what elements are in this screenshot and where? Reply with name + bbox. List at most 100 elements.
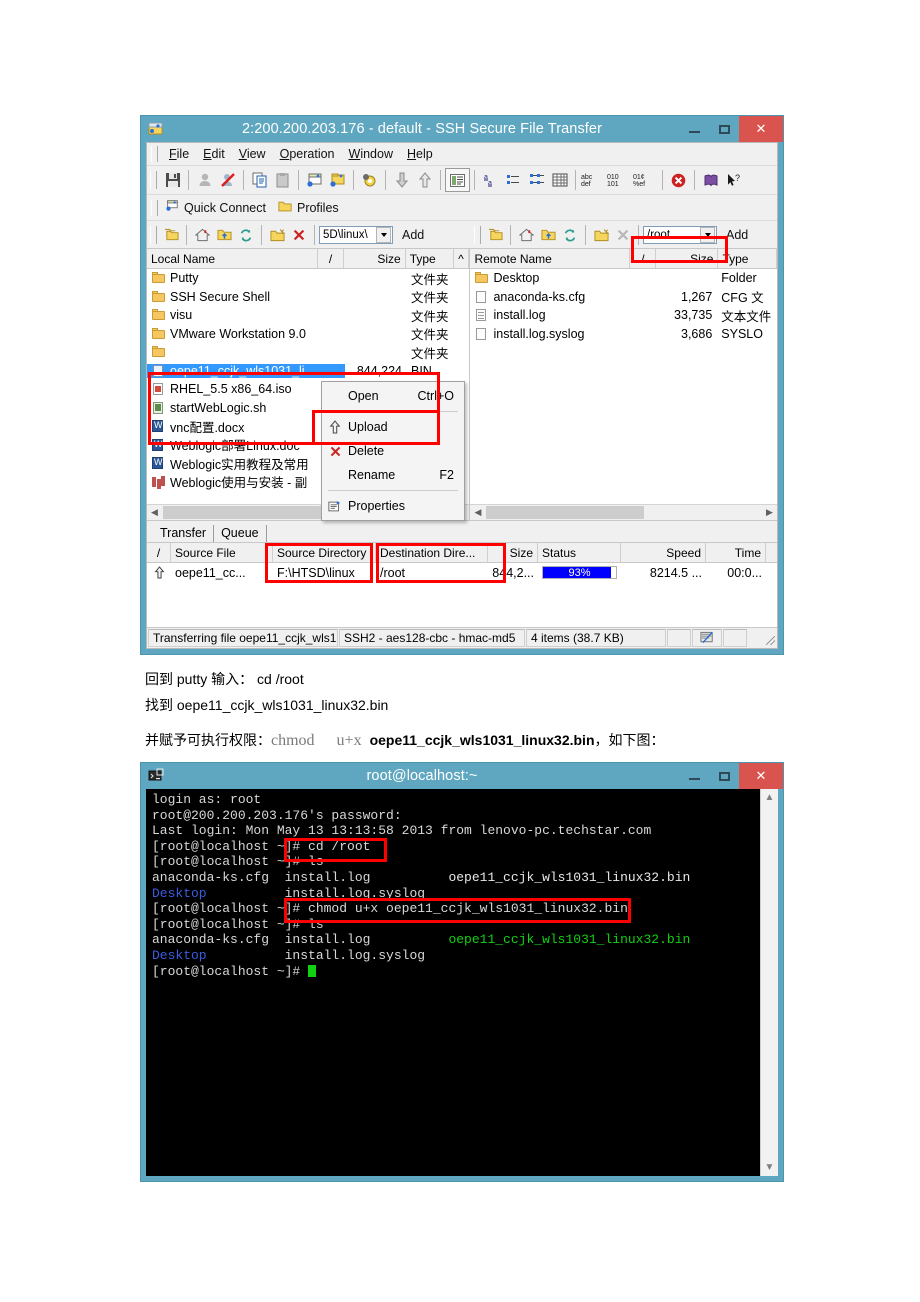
remote-hscroll-right-icon[interactable]: ▶: [762, 505, 777, 520]
quick-connect-button[interactable]: Quick Connect: [161, 197, 274, 218]
remote-path-combo[interactable]: /root: [643, 225, 717, 244]
local-path-chevron-down-icon[interactable]: [376, 226, 391, 243]
queue-col-source-file[interactable]: Source File: [171, 543, 273, 562]
table-row[interactable]: install.log.syslog 3,686 SYSLO: [470, 325, 777, 344]
menu-window[interactable]: Window: [342, 145, 400, 163]
remote-col-size[interactable]: Size: [656, 249, 719, 268]
table-row[interactable]: SSH Secure Shell 文件夹: [147, 288, 469, 307]
local-path-grip[interactable]: [150, 225, 157, 244]
list-view-icon[interactable]: [445, 168, 470, 192]
queue-col-speed[interactable]: Speed: [621, 543, 706, 562]
remote-col-type[interactable]: Type: [718, 249, 777, 268]
context-menu-rename[interactable]: Rename F2: [322, 463, 464, 487]
local-add-button[interactable]: Add: [393, 226, 433, 244]
binary-icon[interactable]: 010 101: [606, 169, 632, 191]
queue-col-size[interactable]: Size: [488, 543, 538, 562]
remote-home-icon[interactable]: [515, 224, 537, 245]
local-up-folder-icon[interactable]: [160, 224, 182, 245]
context-menu-delete[interactable]: Delete: [322, 439, 464, 463]
queue-col-dir[interactable]: /: [147, 543, 171, 562]
auto-transfer-icon[interactable]: 01¢ %ef: [632, 169, 658, 191]
table-row[interactable]: visu 文件夹: [147, 306, 469, 325]
local-col-sort[interactable]: /: [318, 249, 345, 268]
remote-path-grip[interactable]: [474, 225, 481, 244]
quickbar-grip[interactable]: [151, 199, 158, 216]
local-new-folder-icon[interactable]: [266, 224, 288, 245]
small-icons-icon[interactable]: aa: [479, 169, 502, 191]
grid-icon[interactable]: [548, 169, 571, 191]
table-row[interactable]: Desktop Folder: [470, 269, 777, 288]
resize-grip[interactable]: [748, 629, 777, 647]
local-col-size[interactable]: Size: [344, 249, 406, 268]
maximize-button[interactable]: [709, 116, 739, 142]
terminal-scroll-down-icon[interactable]: ▼: [761, 1159, 778, 1176]
queue-col-status[interactable]: Status: [538, 543, 621, 562]
local-home-icon[interactable]: [191, 224, 213, 245]
remote-up-folder-icon[interactable]: [484, 224, 506, 245]
terminal-close-button[interactable]: ✕: [739, 763, 783, 789]
terminal-scrollbar[interactable]: ▲ ▼: [760, 789, 778, 1176]
close-button[interactable]: ✕: [739, 116, 783, 142]
menu-help[interactable]: Help: [400, 145, 440, 163]
table-row[interactable]: anaconda-ks.cfg 1,267 CFG 文: [470, 288, 777, 307]
table-row[interactable]: Putty 文件夹: [147, 269, 469, 288]
table-row[interactable]: 文件夹: [147, 343, 469, 362]
queue-list[interactable]: oepe11_cc... F:\HTSD\linux/root 844,2... 93…: [147, 563, 777, 627]
remote-new-folder-icon[interactable]: [590, 224, 612, 245]
new-remote-window-icon[interactable]: [326, 169, 349, 191]
remote-path-chevron-down-icon[interactable]: [700, 226, 715, 243]
menu-edit[interactable]: Edit: [196, 145, 232, 163]
help-book-icon[interactable]: [699, 169, 722, 191]
queue-col-source-dir[interactable]: Source Directory: [273, 543, 376, 562]
menubar-grip[interactable]: [151, 146, 158, 162]
settings-icon[interactable]: [358, 169, 381, 191]
list-icon[interactable]: [502, 169, 525, 191]
tab-transfer[interactable]: Transfer: [153, 525, 215, 542]
table-row[interactable]: oepe11_ccjk_wls1031_li.. 844,224 BIN: [147, 362, 469, 381]
minimize-button[interactable]: [679, 116, 709, 142]
remote-col-name[interactable]: Remote Name: [470, 249, 631, 268]
menu-file[interactable]: File: [162, 145, 196, 163]
menu-view[interactable]: View: [232, 145, 273, 163]
remote-refresh-icon[interactable]: [559, 224, 581, 245]
remote-hscrollbar[interactable]: ◀ ▶: [470, 504, 777, 520]
terminal-maximize-button[interactable]: [709, 763, 739, 789]
local-refresh-icon[interactable]: [235, 224, 257, 245]
profiles-button[interactable]: Profiles: [274, 198, 347, 218]
disconnect-slash-icon[interactable]: [216, 169, 239, 191]
tab-queue[interactable]: Queue: [214, 525, 267, 542]
transfer-row[interactable]: oepe11_cc... F:\HTSD\linux/root 844,2... 93…: [147, 563, 777, 582]
paste-icon[interactable]: [271, 169, 294, 191]
context-menu-properties[interactable]: Properties: [322, 494, 464, 518]
local-col-type[interactable]: Type: [406, 249, 454, 268]
remote-delete-icon[interactable]: [612, 224, 634, 245]
save-icon[interactable]: [161, 169, 184, 191]
terminal-scroll-up-icon[interactable]: ▲: [761, 789, 778, 806]
download-arrow-icon[interactable]: [390, 169, 413, 191]
remote-hscroll-left-icon[interactable]: ◀: [470, 505, 485, 520]
remote-add-button[interactable]: Add: [717, 226, 757, 244]
queue-col-time[interactable]: Time: [706, 543, 766, 562]
menu-operation[interactable]: Operation: [273, 145, 342, 163]
context-menu-upload[interactable]: Upload: [322, 415, 464, 439]
local-hscroll-left-icon[interactable]: ◀: [147, 505, 162, 520]
table-row[interactable]: VMware Workstation 9.0 文件夹: [147, 325, 469, 344]
local-col-name[interactable]: Local Name: [147, 249, 319, 268]
remote-col-sort[interactable]: /: [630, 249, 657, 268]
local-col-resizer[interactable]: ^: [454, 249, 470, 268]
upload-arrow-icon[interactable]: [413, 169, 436, 191]
table-row[interactable]: install.log 33,735 文本文件: [470, 306, 777, 325]
context-menu-open[interactable]: Open Ctrl+O: [322, 384, 464, 408]
queue-col-dest-dir[interactable]: Destination Dire...: [376, 543, 488, 562]
details-icon[interactable]: [525, 169, 548, 191]
disconnect-icon[interactable]: [193, 169, 216, 191]
ascii-icon[interactable]: abc def: [580, 169, 606, 191]
new-local-window-icon[interactable]: [303, 169, 326, 191]
terminal-screen[interactable]: login as: root root@200.200.203.176's pas…: [146, 789, 778, 1176]
local-parent-folder-icon[interactable]: [213, 224, 235, 245]
context-help-icon[interactable]: ?: [722, 169, 745, 191]
local-path-combo[interactable]: 5D\linux\: [319, 225, 393, 244]
terminal-minimize-button[interactable]: [679, 763, 709, 789]
file-context-menu[interactable]: Open Ctrl+O Upload Delete Rename F2 Prop…: [321, 381, 465, 521]
toolbar-grip[interactable]: [150, 171, 157, 189]
